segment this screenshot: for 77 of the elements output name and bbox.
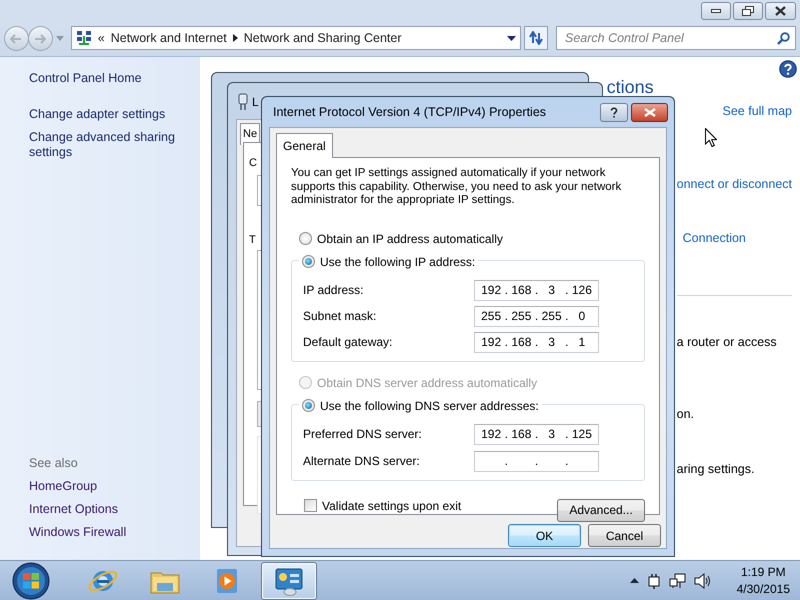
window-title: L bbox=[252, 94, 259, 111]
radio-label[interactable]: Use the following IP address: bbox=[320, 252, 476, 270]
close-icon bbox=[775, 6, 786, 16]
network-adapter-icon bbox=[238, 93, 248, 111]
breadcrumb-arrow-icon[interactable] bbox=[232, 34, 238, 42]
dropdown-caret-icon[interactable] bbox=[507, 36, 516, 40]
field-label: IP address: bbox=[303, 282, 364, 299]
field-label: Subnet mask: bbox=[303, 308, 376, 325]
help-button[interactable] bbox=[600, 102, 628, 122]
breadcrumb-link[interactable]: Network and Internet bbox=[110, 28, 227, 48]
ip-address-field[interactable]: 192 . 168 . 3 . 125 bbox=[474, 424, 599, 444]
tab[interactable]: General bbox=[276, 133, 333, 158]
back-arrow-icon bbox=[10, 34, 22, 44]
field-label: T bbox=[249, 233, 256, 248]
refresh-button[interactable] bbox=[524, 26, 548, 50]
field-label: Preferred DNS server: bbox=[303, 426, 422, 443]
field-label: Default gateway: bbox=[303, 334, 392, 351]
address-bar[interactable]: « Network and Internet Network and Sharing Center bbox=[70, 26, 522, 50]
description-text: aring settings. bbox=[676, 462, 754, 476]
clock[interactable]: 1:19 PM 4/30/2015 bbox=[736, 564, 790, 598]
description-text: a router or access bbox=[676, 335, 777, 349]
checkbox-label[interactable]: Validate settings upon exit bbox=[322, 496, 462, 514]
description-text: on. bbox=[676, 407, 694, 421]
help-icon[interactable] bbox=[779, 60, 797, 78]
radio-label: Obtain DNS server address automatically bbox=[317, 374, 538, 392]
overflow-chevron[interactable]: « bbox=[98, 28, 105, 48]
radio-label[interactable]: Use the following DNS server addresses: bbox=[320, 396, 539, 414]
taskbar-app[interactable] bbox=[261, 562, 317, 600]
ip-address-field[interactable]: 192 . 168 . 3 . 1 bbox=[474, 332, 599, 352]
refresh-icon bbox=[528, 31, 544, 45]
ip-address-field[interactable]: 192 . 168 . 3 . 126 bbox=[474, 280, 599, 300]
ip-address-field[interactable]: 255 . 255 . 255 . 0 bbox=[474, 306, 599, 326]
network-status-icon[interactable] bbox=[668, 572, 687, 588]
ok-button[interactable]: OK bbox=[508, 524, 581, 547]
ip-address-field[interactable]: . . . bbox=[474, 450, 599, 472]
search-icon[interactable] bbox=[777, 32, 790, 45]
restore-icon bbox=[742, 6, 754, 16]
show-hidden-icons-icon[interactable] bbox=[630, 578, 639, 583]
mouse-cursor-icon bbox=[705, 128, 717, 147]
dialog-title: Internet Protocol Version 4 (TCP/IPv4) Properties bbox=[273, 104, 548, 121]
link[interactable]: onnect or disconnect bbox=[676, 177, 792, 191]
radio-button[interactable] bbox=[302, 255, 315, 268]
speaker-icon[interactable] bbox=[694, 572, 712, 588]
cancel-button[interactable]: Cancel bbox=[588, 524, 661, 547]
link[interactable]: See full map bbox=[722, 104, 792, 118]
intro-text: You can get IP settings assigned automatically if your network supports this capability. Otherwise, you need to ask your network administrator for the appropriate IP settings. bbox=[291, 167, 622, 208]
minimize-icon bbox=[711, 9, 721, 13]
close-button[interactable] bbox=[631, 102, 668, 122]
checkbox[interactable] bbox=[304, 499, 317, 512]
field-label: Alternate DNS server: bbox=[303, 453, 420, 470]
close-button[interactable] bbox=[765, 2, 796, 20]
network-icon bbox=[76, 30, 92, 46]
clock-date: 4/30/2015 bbox=[736, 580, 790, 598]
section-title: ctions bbox=[606, 76, 654, 98]
clock-time: 1:19 PM bbox=[740, 564, 786, 580]
field-label: C bbox=[249, 156, 257, 171]
radio-button[interactable] bbox=[299, 232, 312, 245]
section-heading: See also bbox=[29, 456, 79, 471]
sidebar-link[interactable]: Internet Options bbox=[29, 502, 200, 517]
restore-button[interactable] bbox=[733, 2, 763, 20]
radio-label[interactable]: Obtain an IP address automatically bbox=[317, 230, 503, 248]
advanced-button[interactable]: Advanced... bbox=[557, 498, 645, 522]
sidebar-link[interactable]: HomeGroup bbox=[29, 479, 200, 494]
sidebar-link[interactable]: Change adapter settings bbox=[29, 107, 200, 122]
forward-arrow-icon bbox=[34, 34, 46, 44]
power-plug-icon[interactable] bbox=[646, 572, 662, 588]
minimize-button[interactable] bbox=[701, 2, 731, 20]
question-mark-icon bbox=[610, 106, 618, 118]
search-field[interactable]: Search Control Panel bbox=[556, 26, 796, 50]
radio-button[interactable] bbox=[302, 399, 315, 412]
breadcrumb-link[interactable]: Network and Sharing Center bbox=[244, 28, 402, 48]
link[interactable]: Connection bbox=[682, 231, 746, 245]
close-icon bbox=[644, 108, 656, 116]
sidebar-link[interactable]: Control Panel Home bbox=[29, 71, 200, 86]
sidebar-link[interactable]: Change advanced sharing settings bbox=[29, 130, 200, 160]
start-orb-icon bbox=[12, 562, 50, 600]
sidebar-link[interactable]: Windows Firewall bbox=[29, 525, 200, 540]
